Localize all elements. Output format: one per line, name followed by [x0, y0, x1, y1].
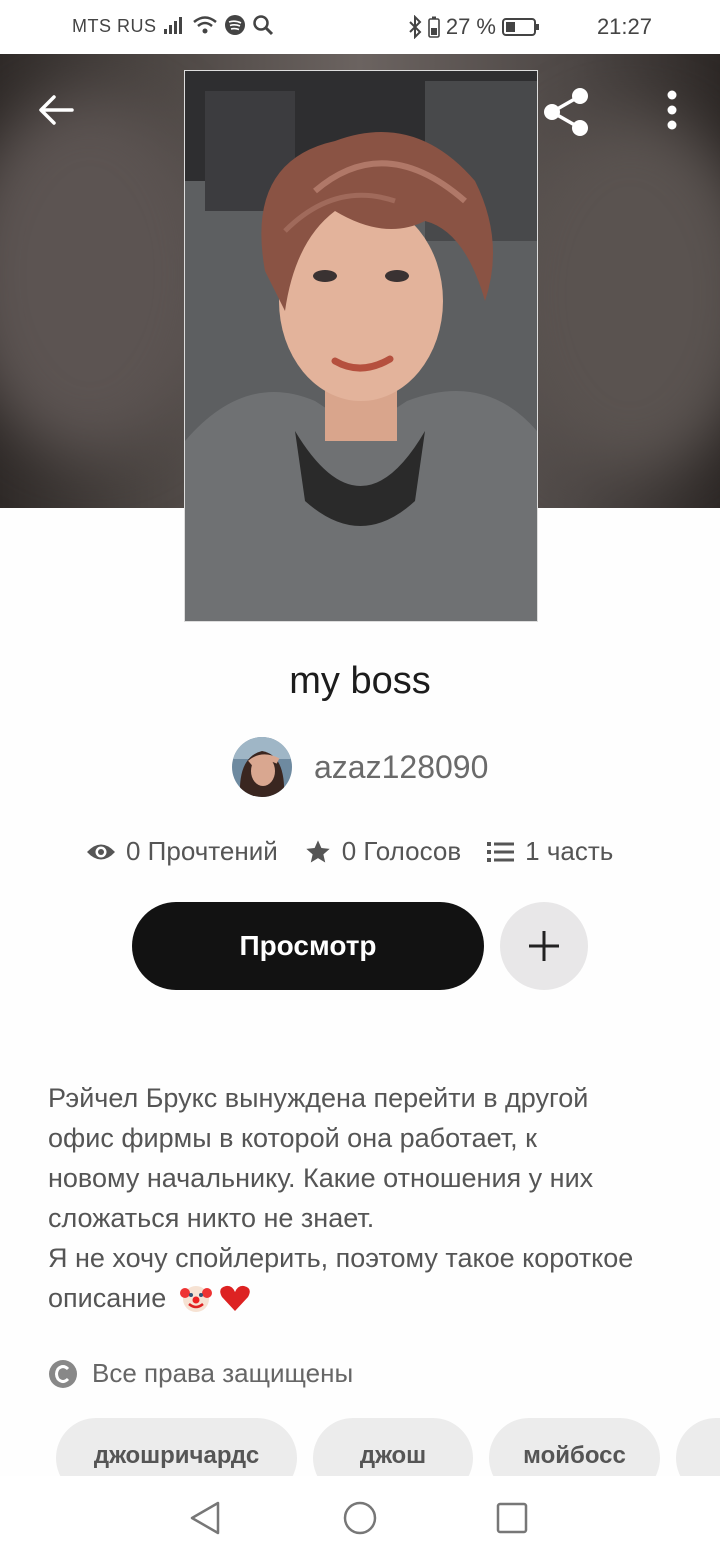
- tag-chip[interactable]: мойбосс: [489, 1418, 660, 1476]
- nav-back-icon[interactable]: [188, 1500, 222, 1536]
- more-vertical-icon[interactable]: [652, 86, 692, 136]
- cover-illustration: [185, 71, 537, 621]
- tag-chip[interactable]: джошричардс: [56, 1418, 297, 1476]
- description-line: новому начальнику. Какие отношения у них: [48, 1163, 594, 1193]
- battery-icon: [502, 18, 539, 36]
- reads-stat: 0 Прочтений: [86, 836, 278, 867]
- read-button[interactable]: Просмотр: [132, 902, 484, 990]
- copyright-icon: [49, 1359, 77, 1388]
- share-icon[interactable]: [540, 84, 596, 140]
- copyright-label: Все права защищены: [92, 1358, 354, 1388]
- story-title: my boss: [289, 660, 431, 702]
- tag-chip[interactable]: джош: [313, 1418, 473, 1476]
- status-icons-right: 27 %: [408, 14, 540, 40]
- wifi-icon: [193, 16, 217, 34]
- description-line: описание: [48, 1283, 167, 1313]
- story-description: Рэйчел Брукс вынуждена перейти в другой …: [48, 1078, 678, 1318]
- avatar-image: [232, 737, 292, 797]
- nav-home-icon[interactable]: [342, 1500, 378, 1536]
- description-line: Рэйчел Брукс вынуждена перейти в другой: [48, 1083, 589, 1113]
- clock: 21:27: [596, 14, 652, 39]
- status-bar: MTS RUS 27 % 21:27: [0, 0, 720, 54]
- bluetooth-icon: [409, 15, 422, 39]
- clown-emoji-icon: [179, 1286, 212, 1312]
- add-to-library-button[interactable]: [500, 902, 588, 990]
- plus-icon: [529, 931, 559, 961]
- search-icon: [253, 15, 274, 36]
- spotify-icon: [225, 15, 245, 35]
- carrier-label: MTS RUS: [72, 16, 157, 36]
- votes-count: 0 Голосов: [341, 836, 462, 866]
- tag-chip-partial[interactable]: [676, 1418, 720, 1476]
- votes-stat: 0 Голосов: [304, 836, 461, 867]
- story-stats: 0 Прочтений 0 Голосов 1 часть: [86, 836, 613, 867]
- eye-icon: [87, 844, 115, 859]
- description-last-line: описание: [48, 1278, 678, 1318]
- nav-recents-icon[interactable]: [496, 1502, 528, 1534]
- author-row[interactable]: azaz128090: [232, 737, 488, 797]
- description-line: Я не хочу спойлерить, поэтому такое коро…: [48, 1243, 634, 1273]
- heart-emoji-icon: [220, 1285, 251, 1311]
- reads-count: 0 Прочтений: [126, 836, 278, 866]
- battery-saver-icon: [428, 16, 440, 38]
- back-arrow-icon[interactable]: [34, 88, 78, 132]
- description-line: сложаться никто не знает.: [48, 1203, 375, 1233]
- avatar[interactable]: [232, 737, 292, 797]
- author-name[interactable]: azaz128090: [314, 749, 488, 786]
- status-icons-left: [162, 14, 274, 36]
- list-icon: [487, 841, 515, 862]
- copyright-row: Все права защищены: [48, 1358, 353, 1389]
- tags-row: джошричардс джош мойбосс: [56, 1418, 720, 1476]
- parts-count: 1 часть: [525, 836, 614, 866]
- battery-percent: 27 %: [445, 14, 496, 39]
- parts-stat: 1 часть: [487, 836, 613, 867]
- signal-icon: [164, 17, 182, 34]
- system-navigation-bar: [0, 1476, 720, 1560]
- story-cover-image[interactable]: [184, 70, 538, 622]
- description-line: офис фирмы в которой она работает, к: [48, 1123, 537, 1153]
- star-icon: [306, 839, 330, 862]
